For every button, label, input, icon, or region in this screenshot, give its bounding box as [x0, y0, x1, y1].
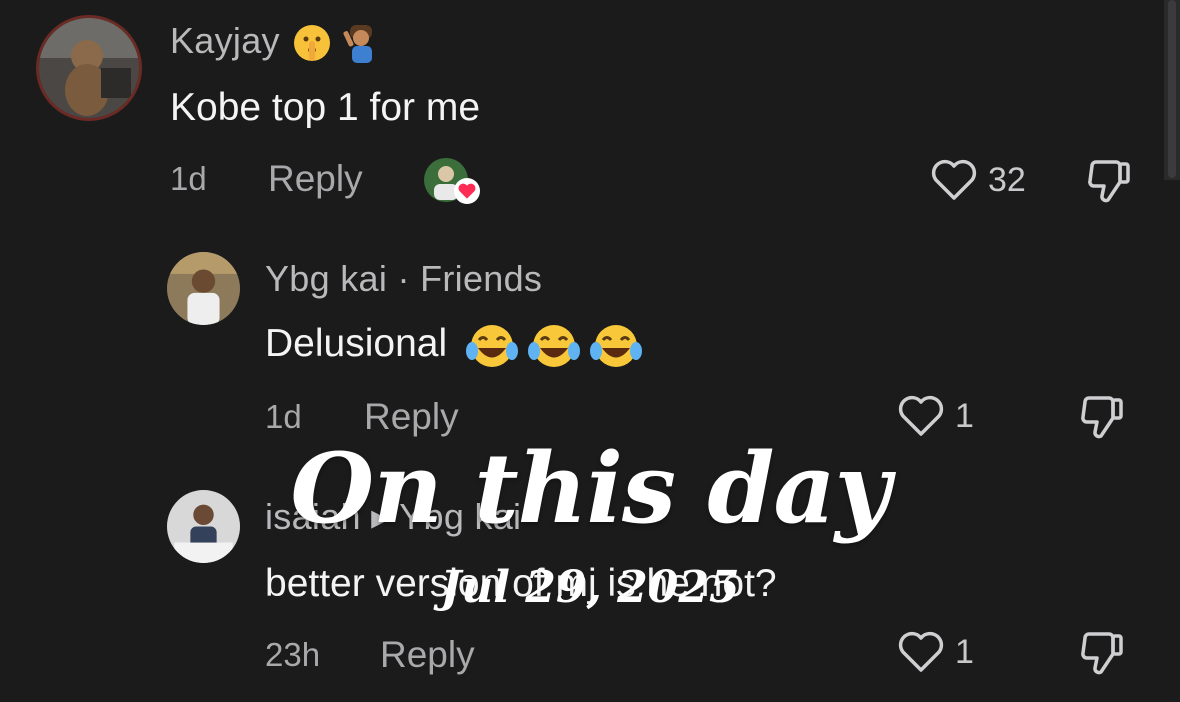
scrollbar[interactable] — [1164, 0, 1180, 180]
reply-button[interactable]: Reply — [268, 158, 363, 200]
heart-outline-icon — [898, 395, 944, 436]
shushing-face-icon — [294, 25, 331, 62]
dislike-button[interactable] — [1075, 390, 1127, 447]
scrollbar-thumb[interactable] — [1168, 0, 1176, 178]
comment-username[interactable]: Ybg kai · Friends — [265, 258, 542, 300]
avatar-image — [39, 18, 139, 118]
tears-of-joy-icon — [589, 324, 642, 367]
person-shushing-icon — [343, 25, 373, 64]
reply-button[interactable]: Reply — [380, 634, 475, 676]
comment-text: Delusional — [265, 322, 644, 369]
comment-text: better version of mj is he not? — [265, 562, 777, 605]
like-button[interactable]: 1 — [897, 630, 974, 674]
comment-age: 1d — [170, 160, 207, 197]
heart-outline-icon — [931, 159, 977, 200]
reply-button[interactable]: Reply — [364, 396, 459, 438]
heart-outline-icon — [898, 631, 944, 672]
heart-badge-icon — [454, 178, 480, 204]
avatar-image — [167, 252, 240, 325]
comment-username[interactable]: Kayjay — [170, 20, 382, 64]
thumbs-down-icon — [1081, 396, 1123, 439]
tears-of-joy-icon — [465, 324, 518, 367]
tears-of-joy-icon — [527, 324, 580, 367]
avatar[interactable] — [36, 15, 142, 121]
comment-username[interactable]: isaiah ▸ Ybg kai — [265, 496, 521, 538]
dislike-button[interactable] — [1075, 626, 1127, 683]
like-button[interactable]: 32 — [930, 158, 1026, 202]
thumbs-down-icon — [1081, 632, 1123, 675]
comment-text: Kobe top 1 for me — [170, 86, 481, 129]
avatar[interactable] — [167, 252, 240, 325]
creator-liked-badge — [422, 156, 480, 204]
thumbs-down-icon — [1088, 160, 1130, 203]
like-count: 1 — [955, 396, 974, 435]
avatar-image — [167, 490, 240, 563]
avatar[interactable] — [167, 490, 240, 563]
comment-age: 1d — [265, 398, 302, 435]
dislike-button[interactable] — [1082, 154, 1134, 211]
like-button[interactable]: 1 — [897, 394, 974, 438]
like-count: 1 — [955, 632, 974, 671]
like-count: 32 — [988, 160, 1026, 199]
comment-age: 23h — [265, 636, 321, 673]
